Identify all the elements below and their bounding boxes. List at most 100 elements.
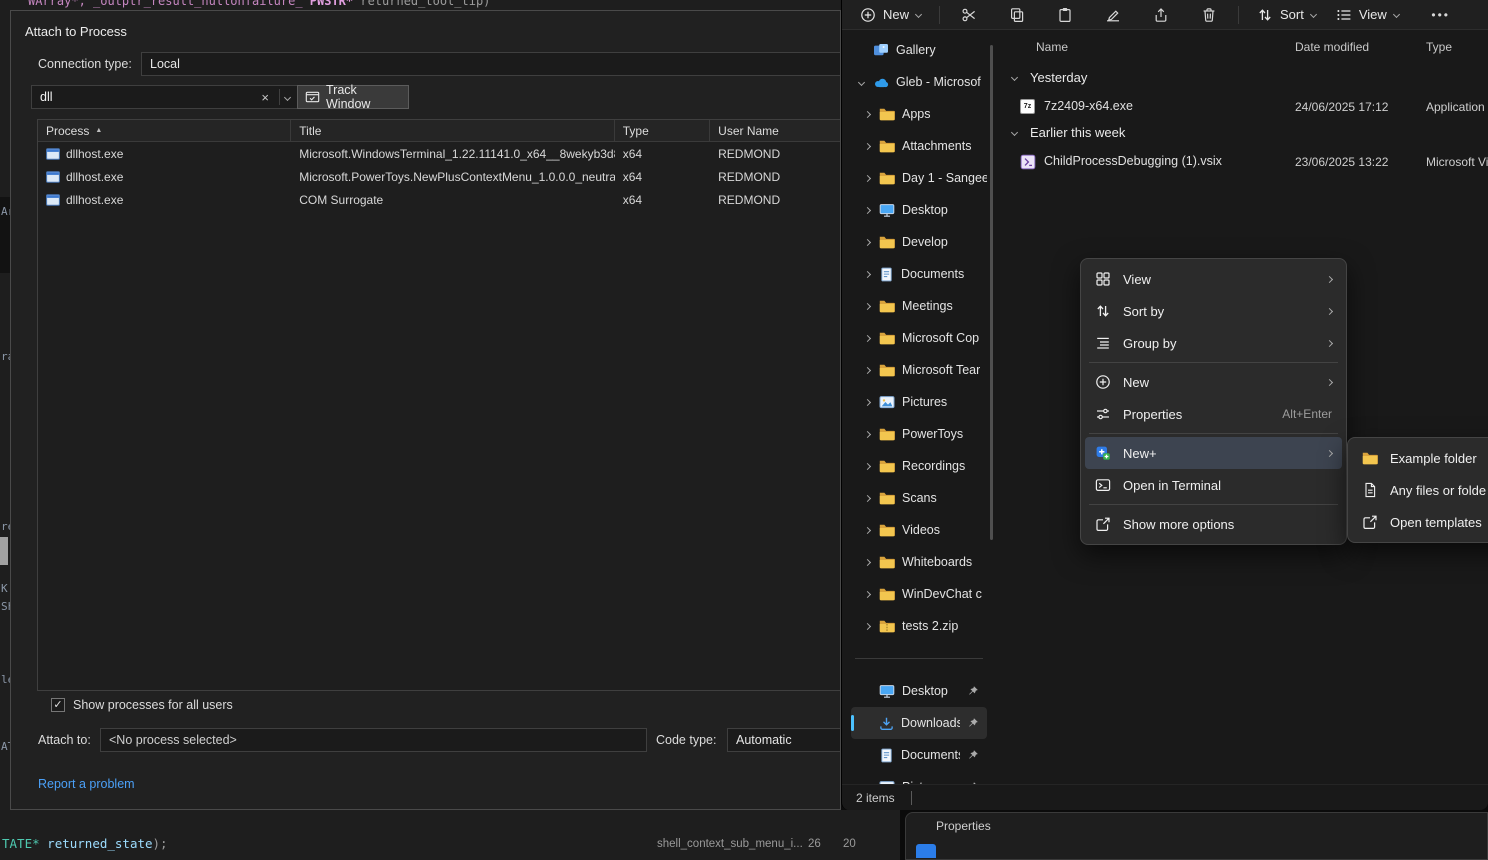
chevron-right-icon[interactable] <box>865 400 872 405</box>
sidebar-item-desktop-pinned[interactable]: Desktop <box>851 675 987 707</box>
connection-type-select[interactable]: Local <box>141 52 841 76</box>
sidebar-item-attachments[interactable]: Attachments <box>851 130 987 162</box>
sidebar-item-videos[interactable]: Videos <box>851 514 987 546</box>
show-all-users-checkbox[interactable]: ✓ Show processes for all users <box>51 695 233 715</box>
menu-item-new-plus[interactable]: New+ <box>1085 437 1342 469</box>
chevron-right-icon[interactable] <box>865 432 872 437</box>
sidebar-item-recordings[interactable]: Recordings <box>851 450 987 482</box>
chevron-right-icon[interactable] <box>865 560 872 565</box>
more-options-button[interactable]: ••• <box>1431 8 1450 22</box>
code-token: ); <box>153 836 168 851</box>
sidebar-item-label: Recordings <box>902 459 965 473</box>
sidebar-item-onedrive-gleb[interactable]: Gleb - Microsof <box>851 66 987 98</box>
process-row[interactable]: dllhost.exe Microsoft.PowerToys.NewPlusC… <box>38 165 841 188</box>
delete-button[interactable] <box>1192 1 1226 29</box>
sort-button[interactable]: Sort <box>1247 1 1326 29</box>
sidebar-item-label: Microsoft Tear <box>902 363 980 377</box>
cell-type: x64 <box>615 188 710 211</box>
code-type-select[interactable]: Automatic <box>727 728 841 752</box>
new-button[interactable]: New <box>850 1 931 29</box>
menu-item-view[interactable]: View <box>1085 263 1342 295</box>
column-header-type[interactable]: Type <box>615 120 710 141</box>
chevron-right-icon[interactable] <box>865 112 872 117</box>
file-row-7z-exe[interactable]: 7z 7z2409-x64.exe 24/06/2025 17:12 Appli… <box>1000 94 1488 120</box>
track-window-button[interactable]: Track Window <box>297 85 409 109</box>
column-header-title[interactable]: Title <box>291 120 615 141</box>
navigation-scrollbar[interactable] <box>990 45 993 540</box>
share-button[interactable] <box>1144 1 1178 29</box>
group-header-earlier-this-week[interactable]: Earlier this week <box>1000 121 1488 147</box>
sidebar-item-microsoft-teams[interactable]: Microsoft Tear <box>851 354 987 386</box>
rename-button[interactable] <box>1096 1 1130 29</box>
sidebar-item-gallery[interactable]: Gallery <box>851 34 987 66</box>
chevron-right-icon[interactable] <box>865 368 872 373</box>
chevron-right-icon[interactable] <box>865 208 872 213</box>
sidebar-item-pictures[interactable]: Pictures <box>851 386 987 418</box>
copy-button[interactable] <box>1000 1 1034 29</box>
sidebar-item-day1[interactable]: Day 1 - Sangee <box>851 162 987 194</box>
chevron-right-icon[interactable] <box>865 496 872 501</box>
chevron-right-icon[interactable] <box>865 592 872 597</box>
menu-item-show-more-options[interactable]: Show more options <box>1085 508 1342 540</box>
chevron-right-icon[interactable] <box>865 176 872 181</box>
sidebar-item-desktop[interactable]: Desktop <box>851 194 987 226</box>
column-date-modified[interactable]: Date modified <box>1295 40 1369 54</box>
code-token: returned_state <box>40 836 153 851</box>
report-a-problem-link[interactable]: Report a problem <box>38 777 135 791</box>
sidebar-item-documents[interactable]: Documents <box>851 258 987 290</box>
sidebar-item-tests-zip[interactable]: tests 2.zip <box>851 610 987 642</box>
process-row[interactable]: dllhost.exe Microsoft.WindowsTerminal_1.… <box>38 142 841 165</box>
submenu-item-open-templates[interactable]: Open templates <box>1352 506 1488 538</box>
menu-item-label: Any files or folde <box>1390 483 1488 498</box>
chevron-right-icon[interactable] <box>865 240 872 245</box>
file-row-vsix[interactable]: ChildProcessDebugging (1).vsix 23/06/202… <box>1000 149 1488 175</box>
menu-item-sort-by[interactable]: Sort by <box>1085 295 1342 327</box>
filter-dropdown-icon[interactable] <box>284 93 291 100</box>
column-header-user[interactable]: User Name <box>710 120 841 141</box>
cut-button[interactable] <box>952 1 986 29</box>
scrollbar-thumb[interactable] <box>0 537 8 565</box>
sidebar-item-powertoys[interactable]: PowerToys <box>851 418 987 450</box>
clear-filter-icon[interactable]: × <box>256 90 274 105</box>
menu-item-open-in-terminal[interactable]: Open in Terminal <box>1085 469 1342 501</box>
menu-item-shortcut: Alt+Enter <box>1282 407 1332 421</box>
sidebar-item-meetings[interactable]: Meetings <box>851 290 987 322</box>
attach-to-field[interactable]: <No process selected> <box>100 728 647 752</box>
submenu-item-any-files-or-folders[interactable]: Any files or folde <box>1352 474 1488 506</box>
menu-item-new[interactable]: New <box>1085 366 1342 398</box>
sidebar-item-whiteboards[interactable]: Whiteboards <box>851 546 987 578</box>
menu-item-group-by[interactable]: Group by <box>1085 327 1342 359</box>
sidebar-item-apps[interactable]: Apps <box>851 98 987 130</box>
chevron-right-icon[interactable] <box>865 304 872 309</box>
sidebar-item-scans[interactable]: Scans <box>851 482 987 514</box>
sidebar-item-develop[interactable]: Develop <box>851 226 987 258</box>
process-filter-input[interactable]: dll × <box>31 85 299 109</box>
column-header-process[interactable]: Process ▲ <box>38 120 291 141</box>
process-row[interactable]: dllhost.exe COM Surrogate x64 REDMOND <box>38 188 841 211</box>
chevron-right-icon[interactable] <box>865 624 872 629</box>
sidebar-item-pictures-pinned[interactable]: Pictures <box>851 771 987 784</box>
menu-item-label: Group by <box>1123 336 1315 351</box>
view-button[interactable]: View <box>1326 1 1409 29</box>
chevron-right-icon[interactable] <box>865 144 872 149</box>
menu-item-label: Open in Terminal <box>1123 478 1332 493</box>
chevron-right-icon[interactable] <box>865 272 872 277</box>
chevron-right-icon[interactable] <box>865 336 872 341</box>
file-name: 7z2409-x64.exe <box>1044 99 1133 113</box>
column-name[interactable]: Name <box>1036 40 1068 54</box>
checkbox[interactable]: ✓ <box>51 698 65 712</box>
submenu-item-example-folder[interactable]: Example folder <box>1352 442 1488 474</box>
sidebar-item-microsoft-copilot[interactable]: Microsoft Cop <box>851 322 987 354</box>
column-type[interactable]: Type <box>1426 40 1452 54</box>
group-header-yesterday[interactable]: Yesterday <box>1000 66 1488 92</box>
sidebar-item-downloads-pinned[interactable]: Downloads <box>851 707 987 739</box>
sidebar-item-windevchat[interactable]: WinDevChat c <box>851 578 987 610</box>
chevron-down-icon[interactable] <box>859 80 866 85</box>
paste-button[interactable] <box>1048 1 1082 29</box>
sidebar-item-documents-pinned[interactable]: Documents <box>851 739 987 771</box>
folder-icon <box>1362 451 1378 465</box>
chevron-right-icon[interactable] <box>865 464 872 469</box>
chevron-down-icon <box>1393 11 1400 18</box>
chevron-right-icon[interactable] <box>865 528 872 533</box>
menu-item-properties[interactable]: Properties Alt+Enter <box>1085 398 1342 430</box>
